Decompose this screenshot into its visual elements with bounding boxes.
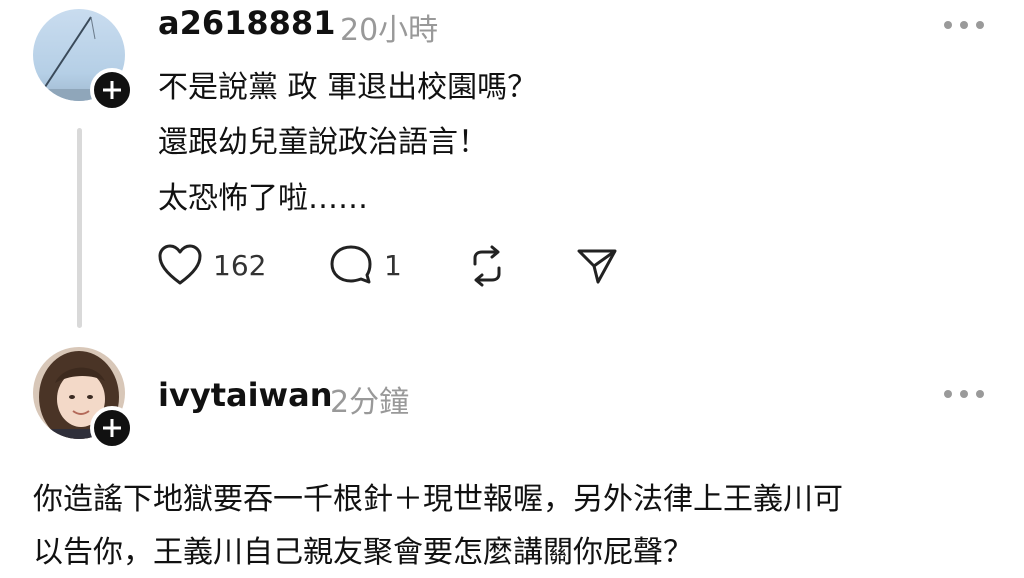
like-count: 162	[213, 248, 267, 282]
post-username[interactable]: ivytaiwan	[158, 376, 332, 414]
share-button[interactable]	[575, 244, 619, 288]
share-icon	[577, 249, 617, 284]
more-options-button[interactable]	[944, 384, 984, 404]
reply-text-line: 你造謠下地獄要吞一千根針＋現世報喔，另外法律上王義川可	[33, 482, 843, 517]
plus-icon	[103, 419, 121, 437]
post-timestamp: 20小時	[340, 13, 439, 48]
thread-connector-line	[77, 128, 82, 328]
more-icon	[944, 21, 952, 29]
like-button[interactable]: 162	[157, 244, 266, 286]
plus-icon	[103, 81, 121, 99]
post-text-line: 不是說黨 政 軍退出校園嗎？	[158, 70, 538, 105]
repost-icon	[473, 245, 501, 287]
follow-plus-button[interactable]	[90, 406, 134, 450]
post-timestamp: 2分鐘	[330, 385, 410, 420]
reply-text-line: 以告你，王義川自己親友聚會要怎麼講關你屁聲？	[33, 535, 693, 570]
post-text-line: 太恐怖了啦……	[158, 181, 368, 216]
heart-icon	[158, 244, 202, 285]
repost-button[interactable]	[465, 244, 509, 288]
more-options-button[interactable]	[944, 15, 984, 35]
post-username[interactable]: a2618881	[158, 4, 335, 42]
follow-plus-button[interactable]	[90, 68, 134, 112]
comment-count: 1	[384, 248, 402, 282]
more-icon	[944, 390, 952, 398]
comment-icon	[330, 245, 372, 284]
comment-button[interactable]: 1	[328, 244, 402, 286]
post-text-line: 還跟幼兒童說政治語言！	[158, 125, 488, 160]
